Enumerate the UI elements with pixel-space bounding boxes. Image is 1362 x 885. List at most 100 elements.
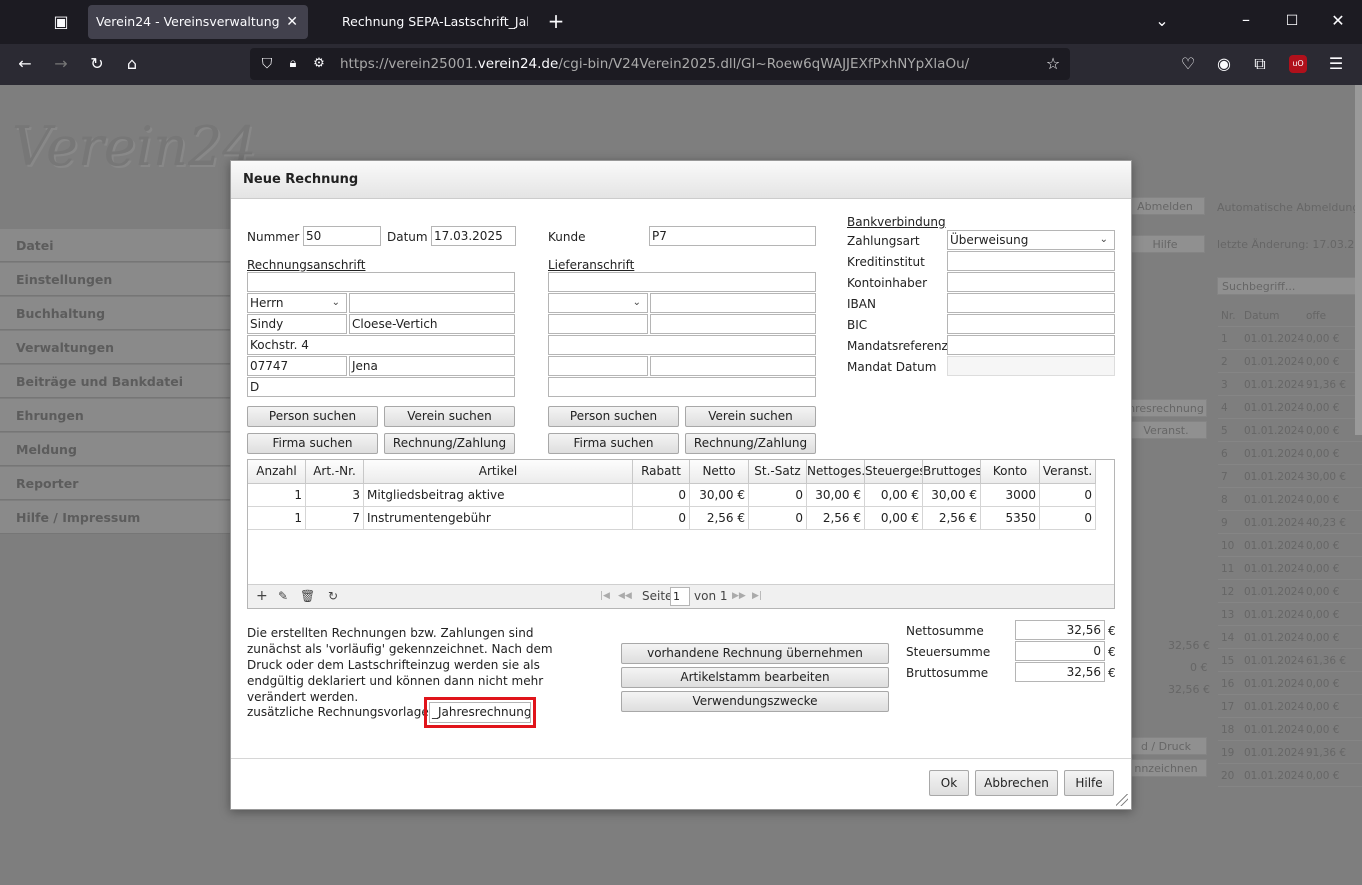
table-row[interactable]: 4 01.01.2024 0,00 € bbox=[1218, 397, 1362, 419]
grid-cell[interactable]: 30,00 € bbox=[807, 484, 865, 507]
menu-item[interactable]: Hilfe / Impressum bbox=[0, 501, 230, 534]
delivery-nachname-field[interactable] bbox=[650, 314, 816, 334]
page-number-field[interactable]: 1 bbox=[670, 587, 690, 606]
hilfe-button[interactable]: Hilfe bbox=[1064, 770, 1114, 796]
billing-land-field[interactable]: D bbox=[247, 377, 515, 397]
grid-header-cell[interactable]: Bruttoges bbox=[923, 460, 981, 484]
grid-cell[interactable]: 0 bbox=[749, 484, 807, 507]
grid-header-cell[interactable]: Anzahl bbox=[248, 460, 306, 484]
delivery-rechnung-zahlung-button[interactable]: Rechnung/Zahlung bbox=[685, 433, 816, 454]
new-tab-icon[interactable]: + bbox=[546, 11, 566, 31]
grid-header-cell[interactable]: Konto bbox=[981, 460, 1040, 484]
billing-line1-field[interactable] bbox=[247, 272, 515, 292]
shield-icon[interactable]: ⛉ bbox=[258, 54, 276, 74]
table-row[interactable]: 1 01.01.2024 0,00 € bbox=[1218, 328, 1362, 350]
close-tab-icon[interactable]: ✕ bbox=[286, 5, 298, 39]
billing-strasse-field[interactable]: Kochstr. 4 bbox=[247, 335, 515, 355]
table-row[interactable]: 8 01.01.2024 0,00 € bbox=[1218, 489, 1362, 511]
menu-item[interactable]: Verwaltungen bbox=[0, 331, 230, 364]
table-row[interactable]: 12 01.01.2024 0,00 € bbox=[1218, 581, 1362, 603]
menu-item[interactable]: Ehrungen bbox=[0, 399, 230, 432]
tab-verein24[interactable]: Verein24 - Vereinsverwaltung ✕ bbox=[88, 5, 308, 39]
table-row[interactable]: 7 01.01.2024 30,00 € bbox=[1218, 466, 1362, 488]
page-scrollbar[interactable] bbox=[1355, 85, 1362, 435]
table-row[interactable]: 19 01.01.2024 91,36 € bbox=[1218, 742, 1362, 764]
logout-button[interactable]: Abmelden bbox=[1125, 197, 1205, 215]
vorhandene-rechnung-button[interactable]: vorhandene Rechnung übernehmen bbox=[621, 643, 889, 664]
home-icon[interactable]: ⌂ bbox=[122, 54, 142, 74]
table-row[interactable]: 6 01.01.2024 0,00 € bbox=[1218, 443, 1362, 465]
zahlungsart-select[interactable]: Überweisung ⌄ bbox=[947, 230, 1115, 250]
menu-item[interactable]: Datei bbox=[0, 229, 230, 262]
grid-header-cell[interactable]: Veranst. bbox=[1040, 460, 1096, 484]
grid-cell[interactable]: 5350 bbox=[981, 507, 1040, 530]
menu-item[interactable]: Beiträge und Bankdatei bbox=[0, 365, 230, 398]
ok-button[interactable]: Ok bbox=[929, 770, 969, 796]
grid-cell[interactable]: 1 bbox=[248, 507, 306, 530]
tab-rechnung[interactable]: Rechnung SEPA-Lastschrift_Jahr bbox=[334, 5, 528, 39]
grid-header-cell[interactable]: Netto bbox=[690, 460, 749, 484]
delivery-verein-suchen-button[interactable]: Verein suchen bbox=[685, 406, 816, 427]
kontoinhaber-field[interactable] bbox=[947, 272, 1115, 292]
artikelstamm-button[interactable]: Artikelstamm bearbeiten bbox=[621, 667, 889, 688]
nummer-field[interactable]: 50 bbox=[303, 226, 381, 246]
forward-icon[interactable]: → bbox=[51, 54, 71, 74]
ublock-icon[interactable]: uO bbox=[1289, 55, 1307, 73]
abbrechen-button[interactable]: Abbrechen bbox=[975, 770, 1058, 796]
tab-list-chevron-icon[interactable]: ⌄ bbox=[1152, 11, 1172, 31]
billing-plz-field[interactable]: 07747 bbox=[247, 356, 347, 376]
grid-cell[interactable]: Mitgliedsbeitrag aktive bbox=[364, 484, 633, 507]
grid-cell[interactable]: 2,56 € bbox=[690, 507, 749, 530]
kreditinstitut-field[interactable] bbox=[947, 251, 1115, 271]
verwendungszwecke-button[interactable]: Verwendungszwecke bbox=[621, 691, 889, 712]
reload-icon[interactable]: ↻ bbox=[87, 54, 107, 74]
grid-cell[interactable]: 30,00 € bbox=[690, 484, 749, 507]
menu-hamburger-icon[interactable]: ☰ bbox=[1326, 54, 1346, 74]
table-row[interactable]: 2 01.01.2024 0,00 € bbox=[1218, 351, 1362, 373]
mandatsreferenz-field[interactable] bbox=[947, 335, 1115, 355]
grid-cell[interactable]: 0,00 € bbox=[865, 507, 923, 530]
table-row[interactable]: 9 01.01.2024 40,23 € bbox=[1218, 512, 1362, 534]
maximize-icon[interactable]: ☐ bbox=[1282, 11, 1302, 31]
grid-cell[interactable]: 0 bbox=[633, 507, 690, 530]
tab-overview-icon[interactable]: ▣ bbox=[51, 12, 71, 32]
billing-rechnung-zahlung-button[interactable]: Rechnung/Zahlung bbox=[384, 433, 515, 454]
billing-anrede-select[interactable]: Herrn ⌄ bbox=[247, 293, 347, 313]
delivery-firma-suchen-button[interactable]: Firma suchen bbox=[548, 433, 679, 454]
menu-item[interactable]: Buchhaltung bbox=[0, 297, 230, 330]
billing-person-suchen-button[interactable]: Person suchen bbox=[247, 406, 378, 427]
table-row[interactable]: 13 01.01.2024 0,00 € bbox=[1218, 604, 1362, 626]
edit-row-icon[interactable]: ✎ bbox=[278, 589, 288, 603]
grid-cell[interactable]: 7 bbox=[306, 507, 364, 530]
grid-cell[interactable]: 3000 bbox=[981, 484, 1040, 507]
side-button-veranst[interactable]: Veranst. bbox=[1125, 421, 1207, 439]
pocket-icon[interactable]: ♡ bbox=[1178, 54, 1198, 74]
billing-nachname-field[interactable]: Cloese-Vertich bbox=[349, 314, 515, 334]
delivery-ort-field[interactable] bbox=[650, 356, 816, 376]
table-row[interactable]: 14 01.01.2024 0,00 € bbox=[1218, 627, 1362, 649]
kunde-field[interactable]: P7 bbox=[649, 226, 816, 246]
table-row[interactable]: 18 01.01.2024 0,00 € bbox=[1218, 719, 1362, 741]
refresh-icon[interactable]: ↻ bbox=[328, 589, 338, 603]
add-row-icon[interactable]: + bbox=[256, 588, 268, 604]
delivery-titel-field[interactable] bbox=[650, 293, 816, 313]
delivery-strasse-field[interactable] bbox=[548, 335, 816, 355]
grid-header-cell[interactable]: Nettoges. bbox=[807, 460, 865, 484]
table-row[interactable]: 17 01.01.2024 0,00 € bbox=[1218, 696, 1362, 718]
permissions-icon[interactable]: ⚙ bbox=[310, 54, 328, 74]
help-button-bg[interactable]: Hilfe bbox=[1125, 235, 1205, 253]
side-button-jahresrechnung[interactable]: hresrechnung bbox=[1125, 399, 1207, 417]
table-row[interactable]: 3 01.01.2024 91,36 € bbox=[1218, 374, 1362, 396]
table-row[interactable]: 5 01.01.2024 0,00 € bbox=[1218, 420, 1362, 442]
bookmark-star-icon[interactable]: ☆ bbox=[1044, 54, 1062, 74]
delivery-land-field[interactable] bbox=[548, 377, 816, 397]
grid-header-cell[interactable]: St.-Satz bbox=[749, 460, 807, 484]
delivery-vorname-field[interactable] bbox=[548, 314, 648, 334]
last-page-icon[interactable]: ▶| bbox=[752, 591, 762, 601]
delivery-plz-field[interactable] bbox=[548, 356, 648, 376]
billing-titel-field[interactable] bbox=[349, 293, 515, 313]
back-icon[interactable]: ← bbox=[15, 54, 35, 74]
delivery-line1-field[interactable] bbox=[548, 272, 816, 292]
datum-field[interactable]: 17.03.2025 bbox=[431, 226, 516, 246]
search-input-bg[interactable]: Suchbegriff... bbox=[1217, 277, 1362, 295]
